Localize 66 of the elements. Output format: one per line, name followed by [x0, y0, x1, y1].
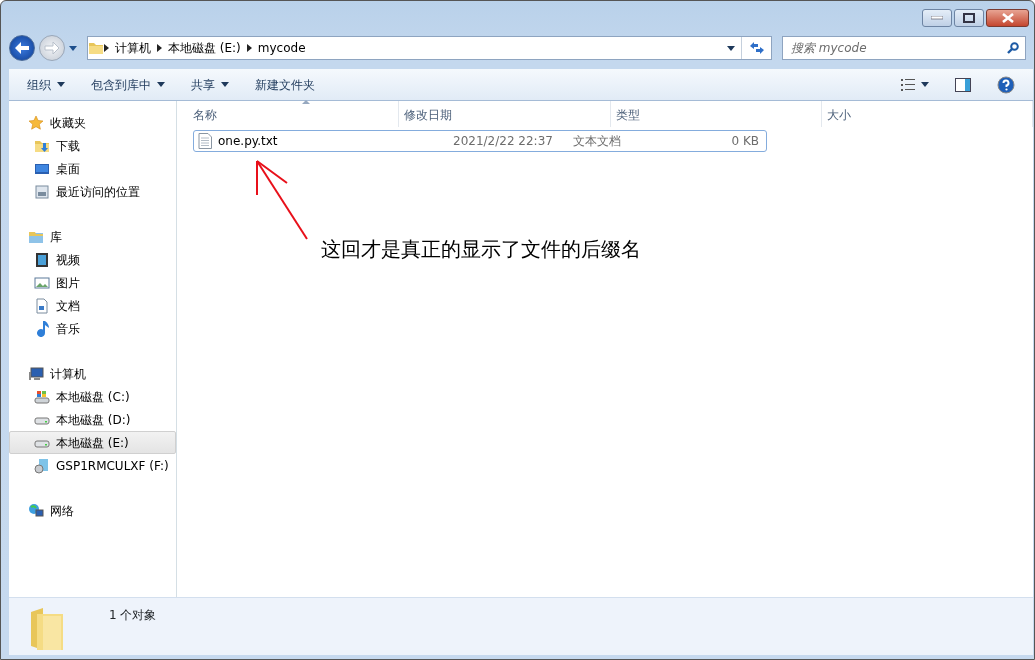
nav-item[interactable]: 视频: [9, 248, 176, 271]
system-drive-icon: [34, 388, 50, 405]
breadcrumb[interactable]: mycode: [251, 39, 312, 57]
document-icon: [34, 297, 50, 314]
nav-item[interactable]: 音乐: [9, 317, 176, 340]
nav-item[interactable]: 下载: [9, 134, 176, 157]
column-header[interactable]: 修改日期: [399, 101, 611, 127]
maximize-icon: [963, 13, 975, 23]
nav-item[interactable]: 本地磁盘 (C:): [9, 385, 176, 408]
nav-item[interactable]: 收藏夹: [9, 111, 176, 134]
preview-pane-icon: [955, 77, 971, 92]
back-arrow-icon: [14, 41, 30, 55]
chevron-icon: [157, 44, 162, 52]
toolbar-button[interactable]: 包含到库中: [83, 73, 173, 96]
network-icon: [28, 502, 44, 519]
column-header[interactable]: 类型: [610, 101, 822, 127]
breadcrumb[interactable]: 计算机: [109, 39, 157, 57]
column-header[interactable]: 名称: [177, 101, 400, 127]
music-icon: [34, 320, 50, 337]
caret-icon: [921, 82, 929, 87]
maximize-button[interactable]: [954, 9, 984, 27]
nav-item[interactable]: 本地磁盘 (D:): [9, 408, 176, 431]
nav-item[interactable]: 文档: [9, 294, 176, 317]
refresh-icon: [748, 41, 765, 55]
caret-icon: [157, 82, 165, 87]
nav-item[interactable]: 桌面: [9, 157, 176, 180]
nav-item[interactable]: 计算机: [9, 362, 176, 385]
back-button[interactable]: [9, 35, 35, 61]
picture-icon: [34, 274, 50, 291]
caret-icon: [57, 82, 65, 87]
breadcrumb[interactable]: 本地磁盘 (E:): [162, 39, 247, 57]
toolbar-button[interactable]: 共享: [183, 73, 237, 96]
folder-icon: [88, 40, 104, 56]
close-icon: [1000, 13, 1015, 23]
recent-pages-caret-icon: [69, 45, 77, 51]
text-file-icon: [198, 133, 212, 149]
caret-icon: [221, 82, 229, 87]
chevron-icon: [104, 44, 109, 52]
annotation-text: 这回才是真正的显示了文件的后缀名: [321, 236, 641, 263]
list-view-icon: [901, 78, 915, 91]
close-button[interactable]: [986, 9, 1029, 27]
toolbar-button[interactable]: 新建文件夹: [247, 73, 323, 96]
search-box[interactable]: 搜索 mycode: [782, 36, 1026, 60]
star-icon: [28, 114, 44, 131]
chevron-icon: [246, 44, 252, 52]
status-text: 1 个对象: [109, 607, 157, 624]
forward-arrow-icon: [44, 41, 60, 55]
sort-arrow-icon: [302, 100, 310, 104]
address-bar[interactable]: 计算机 本地磁盘 (E:) mycode: [87, 36, 772, 60]
dropdown-caret-icon: [727, 45, 735, 51]
disc-icon: [34, 457, 50, 474]
recent-icon: [34, 183, 50, 200]
nav-item[interactable]: GSP1RMCULXF (F:): [9, 454, 176, 477]
nav-item[interactable]: 图片: [9, 271, 176, 294]
column-header[interactable]: 大小: [821, 101, 1033, 127]
minimize-icon: [931, 16, 943, 20]
nav-item[interactable]: 库: [9, 225, 176, 248]
search-icon: [1007, 42, 1019, 54]
toolbar-button[interactable]: 组织: [19, 73, 73, 96]
file-row[interactable]: one.py.txt 2021/2/22 22:37 文本文档 0 KB: [193, 130, 767, 152]
help-icon: [997, 75, 1015, 94]
video-icon: [34, 251, 50, 268]
nav-item[interactable]: 最近访问的位置: [9, 180, 176, 203]
nav-item[interactable]: 网络: [9, 499, 176, 522]
computer-icon: [28, 365, 44, 382]
nav-item[interactable]: 本地磁盘 (E:): [9, 431, 176, 454]
